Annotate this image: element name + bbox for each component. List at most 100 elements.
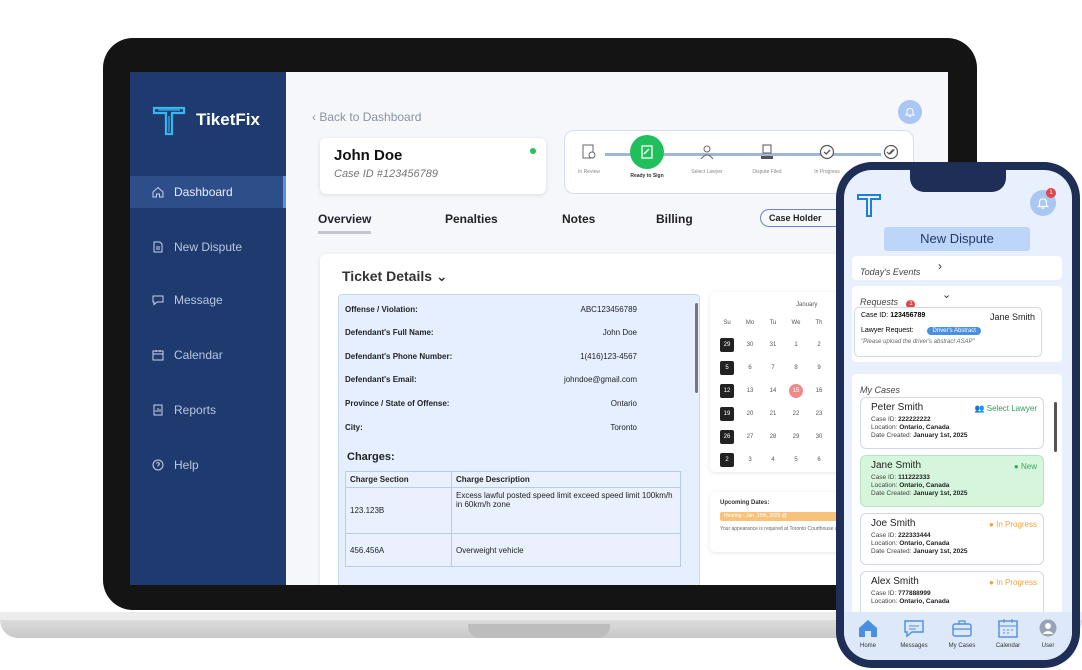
new-dispute-button[interactable]: New Dispute <box>884 227 1030 251</box>
step-dispute-filed[interactable]: Dispute Filed <box>743 139 791 175</box>
chevron-down-icon: ⌄ <box>435 268 448 284</box>
case-card-peter-smith[interactable]: Peter Smith 👥 Select Lawyer Case ID: 222… <box>860 397 1044 449</box>
calendar-day[interactable]: 21 <box>766 407 780 421</box>
ticket-details-toggle[interactable]: Ticket Details ⌄ <box>342 268 448 285</box>
step-in-review[interactable]: In Review <box>565 139 613 175</box>
chevron-down-icon[interactable]: ⌄ <box>942 288 951 301</box>
calendar-day[interactable]: 6 <box>743 361 757 375</box>
tab-home[interactable]: Home <box>846 618 890 649</box>
field-full-name: Defendant's Full Name: John Doe <box>345 328 637 337</box>
laptop-notch <box>468 624 610 638</box>
calendar-icon <box>998 619 1018 638</box>
case-status[interactable]: 👥 Select Lawyer <box>975 404 1037 413</box>
calendar-day[interactable]: 30 <box>743 338 757 352</box>
case-card-jane-smith[interactable]: Jane Smith ● New Case ID: 111222333 Loca… <box>860 455 1044 507</box>
case-client-name: Jane Smith <box>871 460 922 471</box>
tiketfix-logo-icon <box>152 106 186 136</box>
calendar-day[interactable]: 8 <box>789 361 803 375</box>
phone-notch <box>910 170 1006 192</box>
request-card[interactable]: Case ID: 123456789 Jane Smith Lawyer Req… <box>854 307 1042 357</box>
back-to-dashboard-link[interactable]: ‹ Back to Dashboard <box>312 110 421 124</box>
calendar-day[interactable]: 19 <box>720 407 734 421</box>
sidebar-item-dashboard[interactable]: Dashboard <box>130 176 286 208</box>
charge-description: Overweight vehicle <box>451 533 681 567</box>
sidebar-item-calendar[interactable]: Calendar <box>130 339 286 371</box>
tab-penalties[interactable]: Penalties <box>445 212 498 226</box>
document-search-icon <box>576 139 602 165</box>
details-scrollbar[interactable] <box>695 303 698 393</box>
home-icon <box>152 186 164 198</box>
calendar-day[interactable]: 15 <box>789 384 803 398</box>
charge-section: 123.123B <box>345 487 452 534</box>
calendar-day[interactable]: 6 <box>812 453 826 467</box>
sidebar-item-message[interactable]: Message <box>130 284 286 316</box>
calendar-day[interactable]: 16 <box>812 384 826 398</box>
calendar-day[interactable]: 14 <box>766 384 780 398</box>
case-card-joe-smith[interactable]: Joe Smith ● In Progress Case ID: 2223334… <box>860 513 1044 565</box>
tab-overview[interactable]: Overview <box>318 212 372 234</box>
people-icon: 👥 <box>974 404 987 413</box>
step-label: Select Lawyer <box>691 169 723 175</box>
calendar-day[interactable]: 27 <box>743 430 757 444</box>
tab-notes[interactable]: Notes <box>562 212 595 226</box>
calendar-day[interactable]: 13 <box>743 384 757 398</box>
step-select-lawyer[interactable]: Select Lawyer <box>683 139 731 175</box>
step-ready-to-sign[interactable]: Ready to Sign <box>623 135 671 179</box>
calendar-day[interactable]: 4 <box>766 453 780 467</box>
calendar-day[interactable]: 5 <box>720 361 734 375</box>
tab-billing[interactable]: Billing <box>656 212 693 226</box>
client-case-id: Case ID #123456789 <box>334 168 438 180</box>
calendar-day[interactable]: 22 <box>789 407 803 421</box>
calendar-day[interactable]: 3 <box>743 453 757 467</box>
cases-scrollbar[interactable] <box>1054 402 1057 452</box>
calendar-day[interactable]: 29 <box>720 338 734 352</box>
calendar-day[interactable]: 2 <box>812 338 826 352</box>
sidebar-item-label: Reports <box>174 403 217 417</box>
calendar-weekday: Th <box>815 320 823 326</box>
field-phone: Defendant's Phone Number: 1(416)123-4567 <box>345 352 637 361</box>
calendar-day[interactable]: 26 <box>720 430 734 444</box>
step-in-progress[interactable]: In Progress <box>803 139 851 175</box>
calendar-day[interactable]: 2 <box>720 453 734 467</box>
calendar-day[interactable]: 23 <box>812 407 826 421</box>
field-city: City: Toronto <box>345 423 637 432</box>
calendar-day[interactable]: 5 <box>789 453 803 467</box>
calendar-day[interactable]: 20 <box>743 407 757 421</box>
calendar-month: January <box>796 302 818 308</box>
online-status-dot <box>530 148 536 154</box>
step-label: Ready to Sign <box>630 173 664 179</box>
case-status: ● In Progress <box>989 520 1037 529</box>
sidebar-item-help[interactable]: Help <box>130 449 286 481</box>
sidebar-item-label: Calendar <box>174 348 223 362</box>
request-client-name: Jane Smith <box>989 312 1035 322</box>
calendar-icon <box>152 350 164 361</box>
sidebar-item-label: Help <box>174 458 199 472</box>
calendar-day[interactable]: 12 <box>720 384 734 398</box>
field-offense: Offense / Violation: ABC123456789 <box>345 305 637 314</box>
calendar-day[interactable]: 9 <box>812 361 826 375</box>
calendar-day[interactable]: 30 <box>812 430 826 444</box>
upcoming-event-pill[interactable]: Hearing - Jan. 15th, 2025 @ <box>720 512 846 521</box>
brand: TiketFix <box>152 104 260 136</box>
tab-calendar[interactable]: Calendar <box>986 618 1030 649</box>
document-icon <box>153 241 163 253</box>
calendar-day[interactable]: 1 <box>789 338 803 352</box>
case-card-alex-smith[interactable]: Alex Smith ● In Progress Case ID: 777888… <box>860 571 1044 613</box>
upcoming-title: Upcoming Dates: <box>720 500 770 506</box>
bell-icon <box>904 107 916 118</box>
calendar-day[interactable]: 29 <box>789 430 803 444</box>
tab-user[interactable]: User <box>1026 618 1070 649</box>
ticket-details-box: Offense / Violation: ABC123456789 Defenda… <box>338 294 700 585</box>
mockup-stage: TiketFix Dashboard New Dispute Message C… <box>0 0 1082 670</box>
sidebar-item-reports[interactable]: Reports <box>130 394 286 426</box>
todays-events-title: Today's Events <box>860 267 921 277</box>
sidebar-item-new-dispute[interactable]: New Dispute <box>130 231 286 263</box>
todays-events-section[interactable]: Today's Events › <box>852 256 1062 280</box>
tab-my-cases[interactable]: My Cases <box>940 618 984 649</box>
calendar-day[interactable]: 7 <box>766 361 780 375</box>
tab-messages[interactable]: Messages <box>892 618 936 649</box>
column-header: Charge Section <box>345 471 452 488</box>
calendar-day[interactable]: 28 <box>766 430 780 444</box>
calendar-day[interactable]: 31 <box>766 338 780 352</box>
notification-button[interactable] <box>898 100 922 124</box>
